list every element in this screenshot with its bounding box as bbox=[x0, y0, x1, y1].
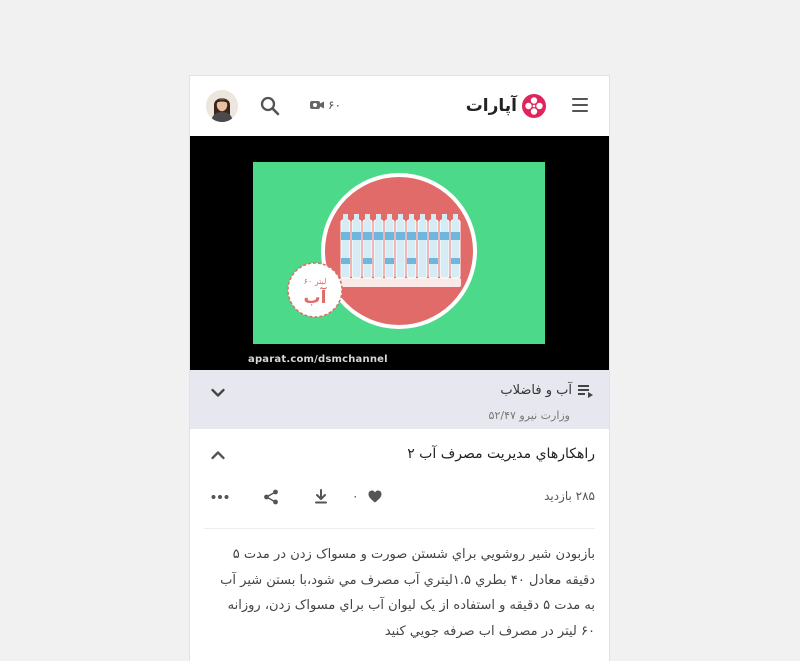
like-button[interactable]: ۰ bbox=[352, 489, 382, 503]
video-watermark: aparat.com/dsmchannel bbox=[248, 354, 388, 365]
credit-counter[interactable]: ۶۰ bbox=[310, 98, 341, 112]
camera-icon bbox=[310, 101, 324, 109]
hamburger-icon[interactable] bbox=[572, 98, 588, 112]
video-actions: ۲۸۵ بازدید ۰ bbox=[190, 484, 609, 510]
credit-count: ۶۰ bbox=[328, 98, 341, 112]
heart-icon bbox=[368, 490, 382, 502]
top-header: آپارات ۶۰ bbox=[190, 76, 609, 136]
chevron-up-icon[interactable] bbox=[210, 447, 226, 463]
avatar-image bbox=[206, 90, 238, 122]
search-icon[interactable] bbox=[260, 96, 280, 116]
app-container: آپارات ۶۰ ۶۰ لیتر آب aparat.com/dsmchann… bbox=[189, 75, 610, 661]
badge-top-text: ۶۰ لیتر bbox=[304, 277, 327, 286]
playlist-subtitle: وزارت نیرو ۵۲/۴۷ bbox=[488, 409, 570, 422]
playlist-bar[interactable]: آب و فاضلاب وزارت نیرو ۵۲/۴۷ bbox=[190, 370, 609, 429]
playlist-icon bbox=[578, 384, 593, 398]
video-description: بازبودن شير روشويي براي شستن صورت و مسوا… bbox=[220, 547, 595, 639]
video-player[interactable]: ۶۰ لیتر آب aparat.com/dsmchannel bbox=[190, 136, 609, 370]
avatar[interactable] bbox=[206, 90, 238, 122]
badge-bottom-text: آب bbox=[304, 286, 328, 308]
chevron-down-icon[interactable] bbox=[210, 385, 226, 401]
like-count: ۰ bbox=[352, 489, 359, 503]
logo-text: آپارات bbox=[465, 96, 517, 116]
more-icon[interactable] bbox=[211, 489, 229, 505]
share-icon[interactable] bbox=[263, 489, 279, 505]
aparat-logo[interactable]: آپارات bbox=[466, 93, 547, 119]
video-title: راهکارهاي مديريت مصرف آب ۲ bbox=[407, 446, 595, 462]
view-count: ۲۸۵ بازدید bbox=[544, 489, 595, 503]
aparat-logo-icon bbox=[522, 94, 546, 118]
video-thumbnail: ۶۰ لیتر آب bbox=[253, 162, 545, 344]
divider bbox=[204, 528, 595, 529]
playlist-title: آب و فاضلاب bbox=[500, 383, 572, 398]
download-icon[interactable] bbox=[314, 489, 328, 504]
playlist-title-row: آب و فاضلاب bbox=[500, 383, 594, 398]
